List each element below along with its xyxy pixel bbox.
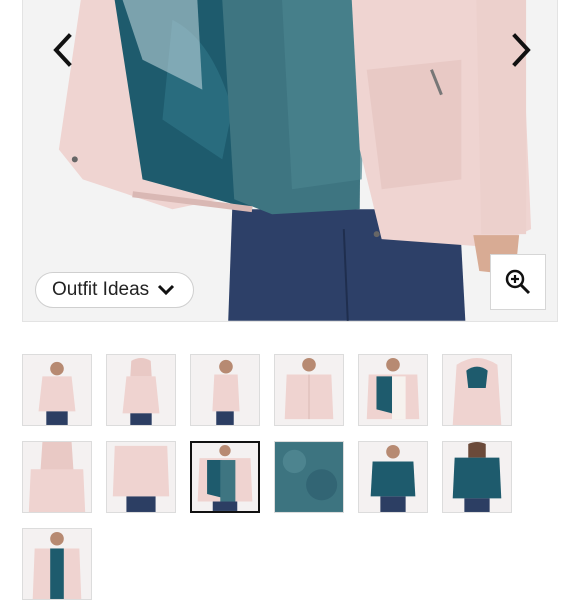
outfit-ideas-button[interactable]: Outfit Ideas bbox=[35, 272, 195, 308]
thumbnail[interactable] bbox=[442, 354, 512, 426]
thumbnail[interactable] bbox=[442, 441, 512, 513]
product-image-viewer: Outfit Ideas bbox=[22, 0, 558, 322]
chevron-right-icon bbox=[512, 33, 531, 67]
thumbnail[interactable] bbox=[274, 354, 344, 426]
thumbnail-selected[interactable] bbox=[190, 441, 260, 513]
next-image-button[interactable] bbox=[499, 28, 543, 72]
thumbnail[interactable] bbox=[22, 528, 92, 600]
thumbnail[interactable] bbox=[22, 354, 92, 426]
thumbnail[interactable] bbox=[106, 354, 176, 426]
zoom-in-icon bbox=[505, 269, 531, 295]
thumbnail[interactable] bbox=[190, 354, 260, 426]
thumbnail[interactable] bbox=[358, 441, 428, 513]
zoom-button[interactable] bbox=[490, 254, 546, 310]
thumbnail[interactable] bbox=[22, 441, 92, 513]
previous-image-button[interactable] bbox=[41, 28, 85, 72]
outfit-ideas-label: Outfit Ideas bbox=[52, 279, 150, 300]
thumbnail[interactable] bbox=[106, 441, 176, 513]
thumbnail[interactable] bbox=[274, 441, 344, 513]
chevron-down-icon bbox=[158, 284, 175, 296]
chevron-left-icon bbox=[53, 33, 72, 67]
thumbnail[interactable] bbox=[358, 354, 428, 426]
